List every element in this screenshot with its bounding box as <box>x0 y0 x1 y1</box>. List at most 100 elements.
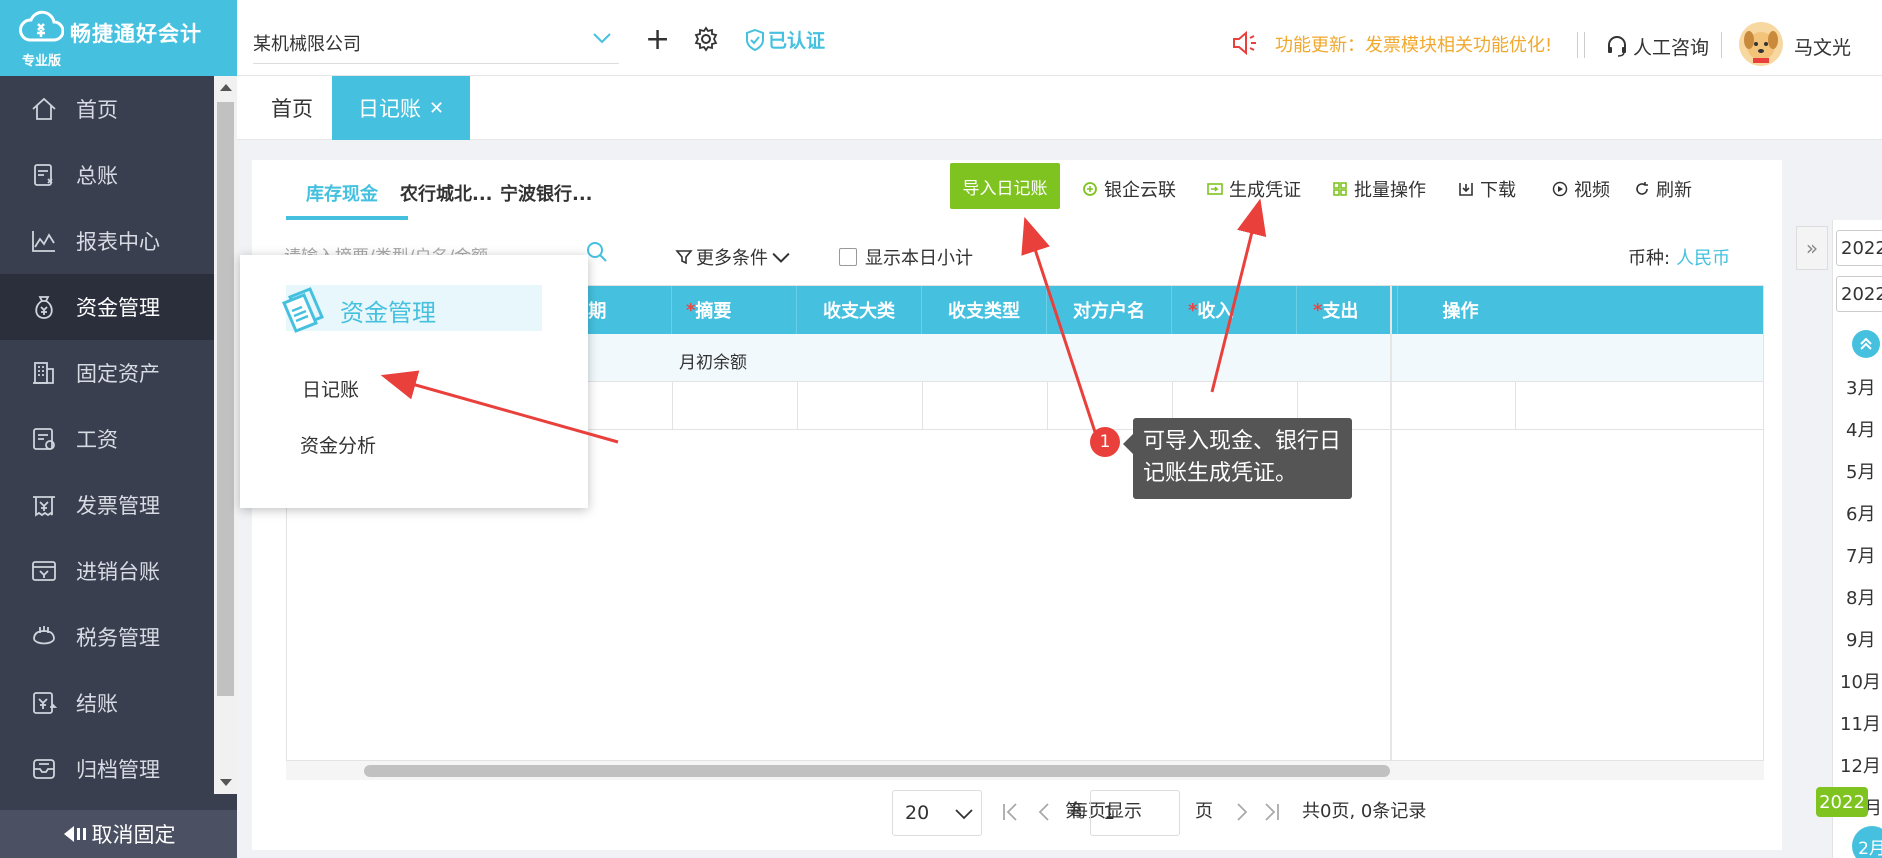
expand-panel-button[interactable]: » <box>1796 226 1828 270</box>
month-item[interactable]: 9月 <box>1846 626 1875 652</box>
tab-home[interactable]: 首页 <box>249 76 335 140</box>
verified-label: 已认证 <box>768 30 826 52</box>
money-bag-icon <box>35 296 53 319</box>
account-tab-abc[interactable]: 农行城北... <box>400 180 493 206</box>
last-page-icon[interactable] <box>1262 800 1282 824</box>
sidebar-item-funds[interactable]: 资金管理 <box>0 274 214 340</box>
chevron-down-icon <box>772 252 790 263</box>
sidebar-scroll-thumb[interactable] <box>217 102 234 696</box>
bank-link-button[interactable]: 银企云联 <box>1082 176 1176 202</box>
date-to-input[interactable]: 2022.0 <box>1836 276 1882 312</box>
previous-page-icon[interactable] <box>1034 800 1054 824</box>
page-size-select[interactable]: 20 <box>892 790 982 836</box>
month-item[interactable]: 4月 <box>1846 416 1875 442</box>
sidebar-item-inventory[interactable]: 进销台账 <box>0 538 214 604</box>
table-horizontal-scrollbar[interactable] <box>286 760 1764 780</box>
refresh-button[interactable]: 刷新 <box>1634 176 1692 202</box>
scroll-up-arrow-icon[interactable] <box>220 84 232 91</box>
column-header-counterparty[interactable]: 对方户名 <box>1047 286 1172 334</box>
cell-divider <box>672 382 673 430</box>
add-icon[interactable]: + <box>645 25 670 55</box>
support-consult-link[interactable]: 人工咨询 <box>1633 33 1709 60</box>
app-logo[interactable]: 畅捷通好会计 专业版 <box>0 0 237 76</box>
sidebar-scrollbar[interactable] <box>214 76 237 794</box>
sidebar-item-invoice[interactable]: 发票管理 <box>0 472 214 538</box>
unpin-arrow-icon <box>63 826 86 842</box>
company-selector[interactable]: 某机械限公司 <box>253 22 619 64</box>
column-header-category[interactable]: 收支大类 <box>797 286 922 334</box>
page-number-input[interactable]: 1 <box>1090 790 1180 836</box>
generate-voucher-button[interactable]: 生成凭证 <box>1207 176 1301 202</box>
search-icon[interactable] <box>585 240 609 264</box>
month-item[interactable]: 11月 <box>1840 710 1881 736</box>
month-item[interactable]: 8月 <box>1846 584 1875 610</box>
import-journal-button[interactable]: 导入日记账 <box>950 163 1060 209</box>
sidebar-item-archive[interactable]: 归档管理 <box>0 736 214 802</box>
month-scroll-up-icon[interactable] <box>1852 330 1880 358</box>
opening-balance-label: 月初余额 <box>679 353 747 373</box>
cloud-logo-icon <box>19 10 64 42</box>
column-header-type[interactable]: 收支类型 <box>922 286 1047 334</box>
sidebar-item-reports[interactable]: 报表中心 <box>0 208 214 274</box>
tab-label: 首页 <box>271 97 313 121</box>
update-notice[interactable]: 功能更新：发票模块相关功能优化! <box>1275 31 1552 57</box>
month-item[interactable]: 12月 <box>1840 752 1881 778</box>
flyout-item-journal[interactable]: 日记账 <box>302 375 359 402</box>
daily-subtotal-label: 显示本日小计 <box>865 248 973 269</box>
sidebar-item-fixed-assets[interactable]: 固定资产 <box>0 340 214 406</box>
sidebar-item-closing[interactable]: 结账 <box>0 670 214 736</box>
batch-operation-button[interactable]: 批量操作 <box>1332 176 1426 202</box>
sidebar-item-ledger[interactable]: 总账 <box>0 142 214 208</box>
sidebar-item-home[interactable]: 首页 <box>0 76 214 142</box>
speaker-icon <box>1233 30 1256 56</box>
year-badge[interactable]: 2022 <box>1816 787 1868 817</box>
month-item[interactable]: 5月 <box>1846 458 1875 484</box>
table-scroll-thumb[interactable] <box>364 765 1390 777</box>
month-item[interactable]: 3月 <box>1846 374 1875 400</box>
account-tab-cash[interactable]: 库存现金 <box>306 180 378 206</box>
sidebar-item-tax[interactable]: 税务管理 <box>0 604 214 670</box>
bank-link-icon <box>1083 182 1097 196</box>
cell-divider <box>1515 382 1516 430</box>
bank-link-label: 银企云联 <box>1104 180 1176 201</box>
more-conditions-button[interactable]: 更多条件 <box>675 244 793 270</box>
currency-display: 币种: 人民币 <box>1628 244 1730 270</box>
scroll-down-arrow-icon[interactable] <box>220 779 232 786</box>
currency-value[interactable]: 人民币 <box>1676 248 1730 269</box>
username[interactable]: 马文光 <box>1794 33 1851 60</box>
daily-subtotal-checkbox[interactable] <box>839 248 857 266</box>
daily-subtotal-toggle[interactable]: 显示本日小计 <box>839 244 973 270</box>
close-icon[interactable]: ✕ <box>429 98 444 119</box>
account-tabs: 库存现金 农行城北... 宁波银行... <box>252 160 677 222</box>
verified-badge[interactable]: 已认证 <box>745 26 825 53</box>
account-tab-ningbo[interactable]: 宁波银行... <box>500 180 593 206</box>
column-label: 摘要 <box>695 301 732 322</box>
flyout-item-fund-analysis[interactable]: 资金分析 <box>300 431 376 458</box>
unpin-sidebar-button[interactable]: 取消固定 <box>0 810 237 858</box>
column-header-summary[interactable]: * 摘要 <box>672 286 797 334</box>
tab-journal[interactable]: 日记账 ✕ <box>332 76 470 140</box>
next-page-icon[interactable] <box>1232 800 1252 824</box>
cell-divider <box>797 382 798 430</box>
invoice-icon <box>33 496 55 517</box>
gear-icon[interactable] <box>693 26 719 52</box>
avatar[interactable] <box>1739 22 1783 66</box>
download-button[interactable]: 下载 <box>1458 176 1516 202</box>
app-name: 畅捷通好会计 <box>70 22 202 46</box>
column-header-income[interactable]: * 收入 <box>1172 286 1297 334</box>
month-item[interactable]: 10月 <box>1840 668 1881 694</box>
first-page-icon[interactable] <box>1000 800 1020 824</box>
column-label: 收支大类 <box>823 301 895 322</box>
sidebar-item-salary[interactable]: 工资 <box>0 406 214 472</box>
sidebar-item-label: 工资 <box>76 428 118 452</box>
column-header-expense[interactable]: * 支出 <box>1297 286 1398 334</box>
month-item[interactable]: 6月 <box>1846 500 1875 526</box>
dog-avatar-icon <box>1744 31 1778 63</box>
page-suffix: 页 <box>1195 801 1213 822</box>
month-item[interactable]: 7月 <box>1846 542 1875 568</box>
video-label: 视频 <box>1574 180 1610 201</box>
date-from-input[interactable]: 2022.0 <box>1836 230 1882 266</box>
refresh-label: 刷新 <box>1656 180 1692 201</box>
video-button[interactable]: 视频 <box>1552 176 1610 202</box>
play-icon <box>1552 181 1568 197</box>
